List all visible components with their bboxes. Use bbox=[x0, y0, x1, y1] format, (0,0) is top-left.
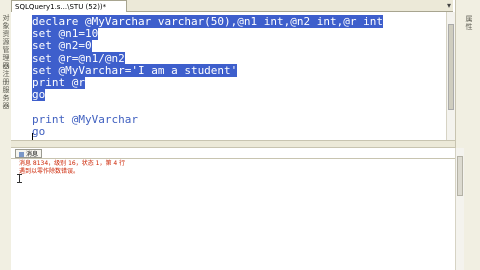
query-document-tab[interactable]: SQLQuery1.s...\STU (52))* bbox=[11, 0, 127, 12]
code-line[interactable]: declare @MyVarchar varchar(50),@n1 int,@… bbox=[32, 15, 383, 28]
editor-results-splitter[interactable] bbox=[11, 140, 455, 148]
results-scroll-thumb[interactable] bbox=[457, 156, 463, 196]
document-tab-strip bbox=[127, 0, 453, 12]
selected-code-text: print @r bbox=[32, 76, 85, 89]
code-line[interactable]: go bbox=[32, 125, 45, 138]
error-message-line: 消息 8134，级别 16，状态 1，第 4 行 bbox=[19, 160, 126, 167]
code-line[interactable]: print @r bbox=[32, 76, 85, 89]
selected-code-text: set @r=@n1/@n2 bbox=[32, 51, 125, 65]
tab-list-dropdown-icon[interactable]: ▾ bbox=[444, 0, 454, 12]
code-line[interactable]: set @n2=0 bbox=[32, 39, 92, 53]
code-line[interactable]: print @MyVarchar bbox=[32, 113, 138, 126]
results-tab-bar: 消息 bbox=[11, 148, 455, 159]
properties-side-tab[interactable]: 属性 bbox=[464, 15, 473, 31]
code-line[interactable]: go bbox=[32, 88, 46, 102]
selected-code-text: declare @MyVarchar varchar(50),@n1 int,@… bbox=[32, 15, 383, 28]
messages-pane[interactable]: 消息 8134，级别 16，状态 1，第 4 行 遇到以零作除数错误。 bbox=[11, 159, 455, 270]
editor-vertical-scrollbar[interactable] bbox=[446, 12, 455, 140]
editor-gutter bbox=[11, 12, 31, 140]
messages-tab-label: 消息 bbox=[26, 151, 39, 158]
messages-icon bbox=[19, 152, 24, 157]
selected-code-text: set @MyVarchar='I am a student' bbox=[32, 63, 238, 77]
registered-servers-side-tab[interactable]: 已注册服务器 bbox=[1, 62, 10, 110]
mouse-ibeam-cursor bbox=[17, 174, 22, 183]
results-vertical-scrollbar[interactable] bbox=[455, 148, 464, 270]
error-message-line: 遇到以零作除数错误。 bbox=[19, 168, 80, 175]
editor-scroll-thumb[interactable] bbox=[448, 24, 454, 110]
selected-code-text: set @n2=0 bbox=[32, 39, 92, 53]
messages-tab[interactable]: 消息 bbox=[15, 149, 43, 158]
selected-code-text: go bbox=[32, 88, 46, 102]
query-editor[interactable]: declare @MyVarchar varchar(50),@n1 int,@… bbox=[11, 12, 455, 144]
code-line[interactable]: set @MyVarchar='I am a student' bbox=[32, 63, 238, 77]
code-line[interactable]: set @r=@n1/@n2 bbox=[32, 51, 125, 65]
code-line[interactable]: set @n1=10 bbox=[32, 27, 99, 41]
selected-code-text: set @n1=10 bbox=[32, 27, 99, 41]
